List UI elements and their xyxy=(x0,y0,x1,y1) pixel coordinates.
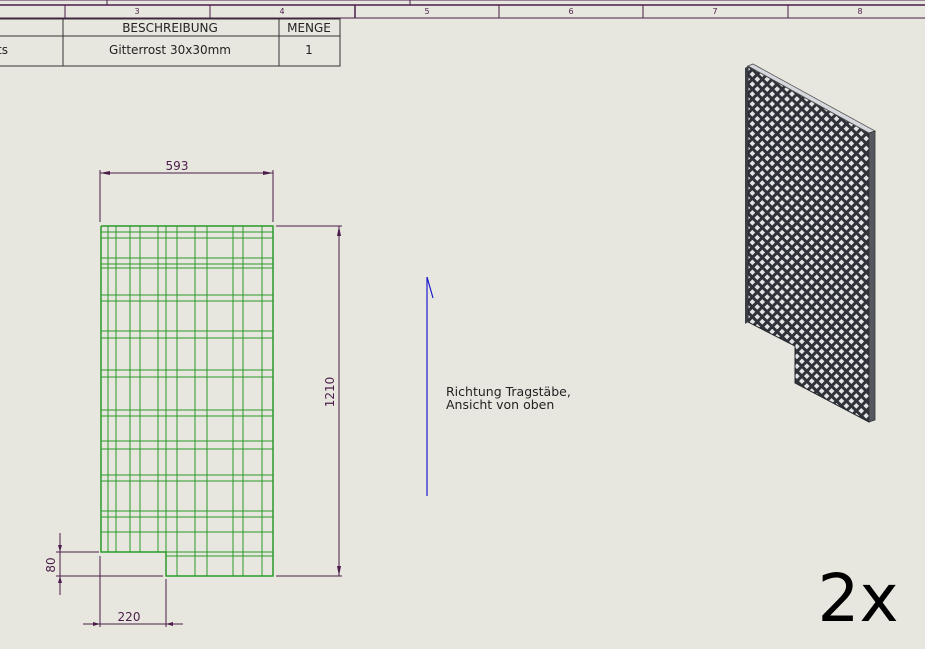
dimension-width: 593 xyxy=(99,159,274,222)
drawing-sheet: 3 4 5 6 7 8 BESCHREIBUNG MENGE ts Gitter… xyxy=(0,0,925,637)
bom-table: BESCHREIBUNG MENGE ts Gitterrost 30x30mm… xyxy=(0,18,341,67)
bom-cell-part: ts xyxy=(0,43,8,57)
zone-label-8: 8 xyxy=(857,7,862,16)
zone-label-4: 4 xyxy=(279,7,284,16)
dimension-width-label: 593 xyxy=(166,159,189,173)
bom-cell-description: Gitterrost 30x30mm xyxy=(109,43,231,57)
quantity-label: 2x xyxy=(817,560,898,637)
zone-label-5: 5 xyxy=(424,7,429,16)
dimension-notch-height: 80 xyxy=(44,533,163,595)
dimension-notch-width: 220 xyxy=(83,556,183,627)
zone-label-6: 6 xyxy=(568,7,573,16)
note-line-2: Ansicht von oben xyxy=(446,397,554,412)
bearing-bar-note: Richtung Tragstäbe, Ansicht von oben xyxy=(446,384,571,412)
dimension-notch-width-label: 220 xyxy=(118,610,141,624)
direction-arrow xyxy=(426,276,434,496)
dimension-height: 1210 xyxy=(276,225,342,577)
zone-label-3: 3 xyxy=(134,7,139,16)
bom-header-description: BESCHREIBUNG xyxy=(122,21,218,35)
zone-border: 3 4 5 6 7 8 xyxy=(0,0,925,19)
dimension-notch-height-label: 80 xyxy=(44,557,58,572)
bom-header-quantity: MENGE xyxy=(287,21,331,35)
grating-front-view xyxy=(100,225,274,577)
dimension-height-label: 1210 xyxy=(323,377,337,408)
grating-isometric-view xyxy=(745,63,876,423)
bom-cell-quantity: 1 xyxy=(305,43,313,57)
zone-label-7: 7 xyxy=(712,7,717,16)
